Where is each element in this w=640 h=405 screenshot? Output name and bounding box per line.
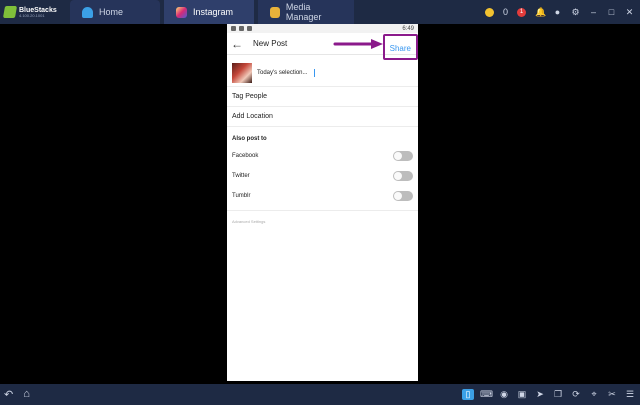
twitter-row: Twitter (227, 166, 418, 186)
back-arrow-icon[interactable]: ← (231, 37, 249, 51)
status-time: 6:49 (402, 25, 414, 32)
notification-badge[interactable]: 1 (517, 7, 526, 17)
caption-row: Today's selection... (227, 59, 418, 87)
camera-status-icon (231, 26, 236, 31)
play-status-icon (247, 26, 252, 31)
home-icon (82, 6, 93, 18)
screen-title: New Post (253, 39, 288, 48)
multi-instance-icon[interactable]: ☰ (624, 389, 636, 400)
tumblr-toggle[interactable] (393, 191, 413, 201)
bluestacks-logo: BlueStacks 4.100.20.1001 (0, 0, 58, 24)
app-bar: ← New Post Share (227, 33, 418, 60)
share-highlight-box: Share (382, 34, 418, 60)
gear-icon[interactable]: ⚙ (571, 7, 580, 17)
also-post-to-heading: Also post to (232, 136, 267, 142)
keyboard-icon[interactable]: ⌨ (480, 389, 493, 400)
profile-icon[interactable]: ● (553, 7, 562, 17)
toggle-knob (394, 152, 402, 160)
toggle-knob (394, 172, 402, 180)
android-screen: 6:49 ← New Post Share Today's selection.… (227, 24, 418, 381)
scissors-icon[interactable]: ✂ (606, 389, 618, 400)
copy-icon[interactable]: ❐ (552, 389, 564, 400)
text-caret (313, 68, 315, 77)
tab-instagram-label: Instagram (193, 7, 234, 17)
coin-count: 0 (502, 7, 508, 17)
facebook-label: Facebook (232, 153, 259, 159)
post-thumbnail (232, 62, 252, 83)
close-icon[interactable]: ✕ (625, 7, 634, 17)
tumblr-row: Tumblr (227, 186, 418, 206)
screen-record-icon[interactable]: ▣ (516, 389, 528, 400)
bluestacks-titlebar: BlueStacks 4.100.20.1001 Home Instagram … (0, 0, 640, 24)
location-icon[interactable]: ⌖ (588, 389, 600, 400)
tab-instagram[interactable]: Instagram (164, 0, 254, 24)
toggle-knob (394, 192, 402, 200)
tab-media-manager-label: Media Manager (285, 2, 322, 22)
caption-input[interactable]: Today's selection... (257, 70, 308, 76)
facebook-row: Facebook (227, 146, 418, 166)
tab-media-manager[interactable]: Media Manager (258, 0, 354, 24)
back-icon[interactable]: ↶ (4, 388, 13, 401)
status-bar: 6:49 (227, 24, 418, 33)
maximize-icon[interactable]: □ (607, 7, 616, 17)
bell-icon[interactable]: 🔔 (535, 7, 546, 17)
add-location-row[interactable]: Add Location (227, 107, 418, 127)
advanced-settings-link[interactable]: Advanced Settings (227, 210, 418, 232)
share-button[interactable]: Share (390, 44, 411, 53)
bluestacks-logo-icon (2, 6, 18, 18)
folder-icon (270, 6, 280, 18)
coin-icon[interactable] (484, 7, 494, 17)
tag-people-row[interactable]: Tag People (227, 87, 418, 107)
minimize-icon[interactable]: – (589, 7, 598, 17)
twitter-label: Twitter (232, 173, 250, 179)
window-tools: 0 1 🔔 ● ⚙ – □ ✕ (484, 0, 640, 24)
bluestacks-bottom-toolbar: ↶ ⌂ ▯ ⌨ ◉ ▣ ➤ ❐ ⟳ ⌖ ✂ ☰ (0, 384, 640, 405)
portrait-icon[interactable]: ▯ (462, 389, 474, 400)
instagram-status-icon (239, 26, 244, 31)
home-button-icon[interactable]: ⌂ (23, 388, 30, 401)
rotate-icon[interactable]: ⟳ (570, 389, 582, 400)
facebook-toggle[interactable] (393, 151, 413, 161)
tumblr-label: Tumblr (232, 193, 251, 199)
annotation-arrow-icon (333, 39, 383, 49)
tab-home-label: Home (99, 7, 124, 17)
eye-icon[interactable]: ◉ (498, 389, 510, 400)
app-version: 4.100.20.1001 (19, 12, 45, 18)
twitter-toggle[interactable] (393, 171, 413, 181)
tab-home[interactable]: Home (70, 0, 160, 24)
pointer-icon[interactable]: ➤ (534, 389, 546, 400)
instagram-icon (176, 6, 187, 18)
